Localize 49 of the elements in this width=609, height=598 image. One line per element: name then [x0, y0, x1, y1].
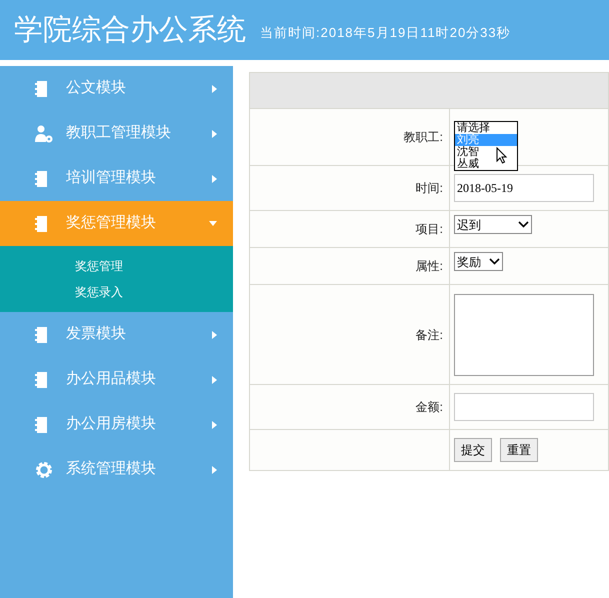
- list-option[interactable]: 请选择: [455, 122, 517, 134]
- dropdown[interactable]: 迟到: [454, 215, 532, 234]
- notebook-icon: [34, 214, 48, 232]
- notebook-icon: [34, 326, 48, 344]
- menu-item[interactable]: 系统管理模块: [0, 447, 233, 492]
- text-field[interactable]: [454, 393, 594, 421]
- menu-item[interactable]: 公文模块: [0, 66, 233, 111]
- app-title: 学院综合办公系统: [14, 16, 246, 44]
- notebook-icon: [34, 80, 48, 98]
- cursor-icon: [496, 147, 508, 164]
- list-option[interactable]: 刘亮: [455, 134, 517, 146]
- menu-item[interactable]: 教职工管理模块: [0, 111, 233, 156]
- user-gear-icon: [34, 124, 54, 142]
- field-label: 属性:: [416, 258, 443, 275]
- submenu-item[interactable]: 奖惩录入: [0, 279, 233, 305]
- menu-item[interactable]: 奖惩管理模块: [0, 201, 233, 246]
- current-time: 当前时间:2018年5月19日11时20分33秒: [260, 24, 511, 42]
- field-label: 时间:: [416, 180, 443, 197]
- caret-right-icon: [212, 330, 217, 338]
- submenu-item[interactable]: 奖惩管理: [0, 253, 233, 279]
- staff-listbox[interactable]: 请选择 刘亮 沈智 丛威: [454, 121, 518, 171]
- caret-right-icon: [212, 420, 217, 428]
- notebook-icon: [34, 416, 48, 434]
- caret-right-icon: [212, 466, 217, 474]
- form-button[interactable]: 提交: [454, 438, 492, 462]
- notebook-icon: [34, 170, 48, 188]
- form-button[interactable]: 重置: [500, 438, 538, 462]
- gear-icon: [34, 460, 54, 480]
- menu-item[interactable]: 办公用房模块: [0, 402, 233, 447]
- menu-item[interactable]: 发票模块: [0, 312, 233, 357]
- list-option[interactable]: 丛威: [455, 158, 517, 170]
- notebook-icon: [34, 370, 48, 388]
- caret-right-icon: [212, 376, 217, 384]
- caret-right-icon: [212, 84, 217, 92]
- caret-right-icon: [212, 174, 217, 182]
- remarks-textarea[interactable]: [454, 294, 594, 376]
- field-label: 教职工:: [404, 129, 443, 146]
- dropdown[interactable]: 奖励: [454, 252, 503, 271]
- text-field[interactable]: 2018-05-19: [454, 174, 594, 202]
- chevron-down-icon: [489, 258, 500, 265]
- caret-down-icon: [209, 221, 217, 226]
- field-label: 项目:: [416, 221, 443, 238]
- caret-right-icon: [212, 130, 217, 138]
- menu-item[interactable]: 办公用品模块: [0, 357, 233, 402]
- field-label: 金额:: [416, 399, 443, 416]
- chevron-down-icon: [518, 221, 529, 228]
- field-label: 备注:: [416, 326, 443, 344]
- list-option[interactable]: 沈智: [455, 146, 517, 158]
- menu-item[interactable]: 培训管理模块: [0, 156, 233, 201]
